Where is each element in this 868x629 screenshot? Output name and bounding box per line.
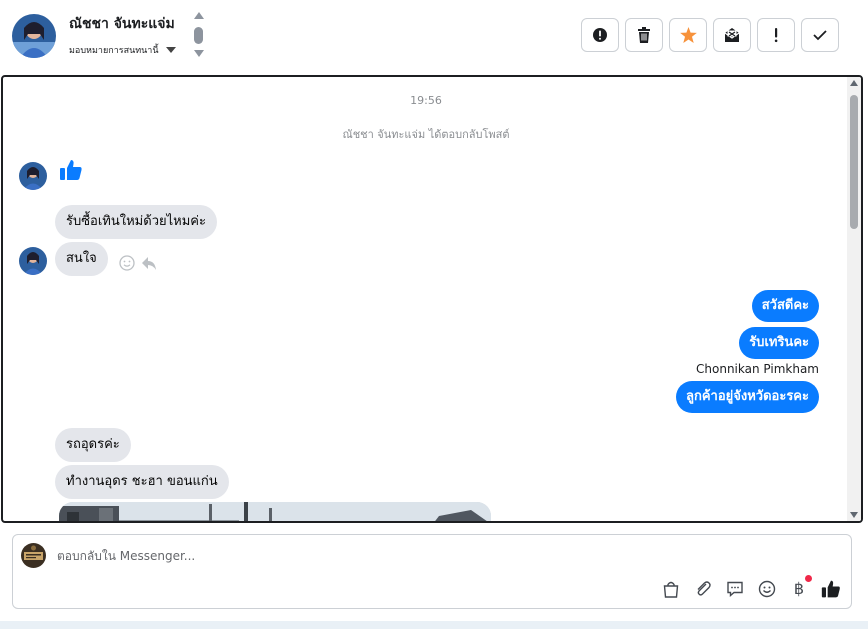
shop-button[interactable] xyxy=(661,579,681,599)
check-icon xyxy=(813,30,827,41)
payment-button[interactable]: ฿ xyxy=(789,575,812,599)
incoming-message[interactable]: รับซื้อเทินใหม่ด้วยไหมค่ะ xyxy=(55,205,217,239)
reply-composer: ฿ xyxy=(12,534,852,609)
star-icon xyxy=(679,27,697,43)
mark-done-button[interactable] xyxy=(801,18,839,52)
thumbs-up-icon xyxy=(60,160,82,180)
message-hover-actions xyxy=(119,255,157,271)
reply-input[interactable] xyxy=(57,545,557,567)
incoming-message[interactable]: ทำงานอุดร ชะฮา ขอนแก่น xyxy=(55,465,229,499)
contact-avatar-small[interactable] xyxy=(19,247,47,275)
incoming-photo[interactable] xyxy=(59,502,491,521)
conversation-actions xyxy=(581,18,839,52)
contact-avatar[interactable] xyxy=(12,14,56,58)
assign-conversation-dropdown[interactable]: มอบหมายการสนทนานี้ xyxy=(69,43,176,57)
post-reply-notice: ณัชชา จันทะแจ่ม ได้ตอบกลับโพสต์ xyxy=(342,128,510,141)
outgoing-message[interactable]: สวัสดีคะ xyxy=(751,290,819,322)
conversation-header: ณัชชา จันทะแจ่ม มอบหมายการสนทนานี้ xyxy=(0,0,868,74)
emoji-react-icon[interactable] xyxy=(119,255,135,271)
saved-replies-button[interactable] xyxy=(725,579,745,599)
attach-button[interactable] xyxy=(693,579,713,599)
previous-conversation-icon[interactable] xyxy=(194,12,204,19)
scroll-up-icon[interactable] xyxy=(850,80,858,86)
outgoing-message[interactable]: ลูกค้าอยู่จังหวัดอะรคะ xyxy=(676,381,819,413)
mark-important-button[interactable] xyxy=(757,18,795,52)
smiley-icon xyxy=(758,580,776,598)
thumbs-up-icon xyxy=(821,580,840,598)
exclamation-icon xyxy=(774,28,778,43)
contact-avatar-small[interactable] xyxy=(19,162,47,190)
paperclip-icon xyxy=(697,581,711,596)
assign-label: มอบหมายการสนทนานี้ xyxy=(69,46,159,56)
message-thread[interactable]: 19:56 ณัชชา จันทะแจ่ม ได้ตอบกลับโพสต์ รั… xyxy=(1,75,863,523)
chat-bubble-icon xyxy=(727,581,743,598)
star-button[interactable] xyxy=(669,18,707,52)
outgoing-message[interactable]: รับเทรินคะ xyxy=(739,327,819,359)
composer-tools: ฿ xyxy=(661,575,841,599)
contact-name[interactable]: ณัชชา จันทะแจ่ม xyxy=(69,13,175,35)
incoming-message[interactable]: สนใจ xyxy=(55,242,108,276)
trash-icon xyxy=(638,27,650,43)
notification-dot xyxy=(805,575,812,582)
scroll-thumb[interactable] xyxy=(850,95,858,229)
envelope-open-icon xyxy=(724,28,740,42)
thread-scrollbar[interactable] xyxy=(847,77,861,521)
baht-icon: ฿ xyxy=(793,579,805,598)
scroll-down-icon[interactable] xyxy=(850,512,858,518)
reply-icon[interactable] xyxy=(141,255,157,271)
next-conversation-icon[interactable] xyxy=(194,50,204,57)
send-like-button[interactable] xyxy=(821,579,841,599)
incoming-message[interactable]: รถอุดรค่ะ xyxy=(55,428,131,462)
report-spam-button[interactable] xyxy=(581,18,619,52)
delete-button[interactable] xyxy=(625,18,663,52)
mark-unread-button[interactable] xyxy=(713,18,751,52)
like-sticker xyxy=(59,158,83,186)
caret-down-icon xyxy=(165,47,176,53)
message-timestamp: 19:56 xyxy=(410,94,442,107)
alert-circle-icon xyxy=(593,28,607,42)
conversation-nav xyxy=(192,12,206,60)
sender-name: Chonnikan Pimkham xyxy=(696,362,819,376)
page-avatar xyxy=(21,543,46,568)
nav-handle xyxy=(194,27,203,44)
emoji-button[interactable] xyxy=(757,579,777,599)
inbox-conversation: ณัชชา จันทะแจ่ม มอบหมายการสนทนานี้ 19:56… xyxy=(0,0,868,621)
shopping-bag-icon xyxy=(663,581,679,598)
